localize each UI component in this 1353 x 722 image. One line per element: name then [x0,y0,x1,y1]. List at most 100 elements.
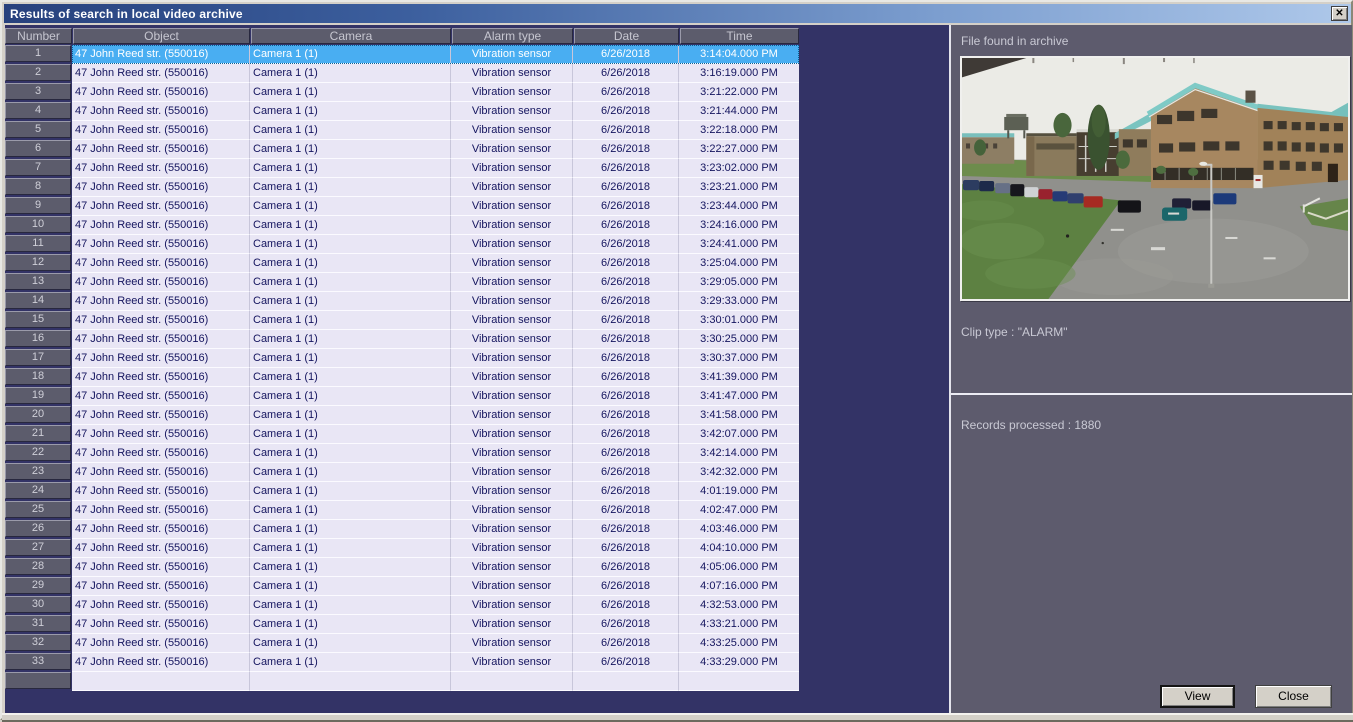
row-cell-date[interactable]: 6/26/2018 [573,634,679,653]
row-data[interactable]: 47 John Reed str. (550016)Camera 1 (1)Vi… [72,463,799,482]
row-cell-alarm-type[interactable]: Vibration sensor [451,292,573,311]
row-cell-time[interactable]: 3:30:37.000 PM [679,349,799,368]
table-row[interactable]: 2747 John Reed str. (550016)Camera 1 (1)… [5,539,799,558]
row-cell-time[interactable]: 3:29:05.000 PM [679,273,799,292]
table-row[interactable]: 2947 John Reed str. (550016)Camera 1 (1)… [5,577,799,596]
row-cell-date[interactable]: 6/26/2018 [573,121,679,140]
row-cell-alarm-type[interactable]: Vibration sensor [451,121,573,140]
row-cell-object[interactable]: 47 John Reed str. (550016) [72,64,250,83]
row-data[interactable]: 47 John Reed str. (550016)Camera 1 (1)Vi… [72,197,799,216]
table-row[interactable]: 1647 John Reed str. (550016)Camera 1 (1)… [5,330,799,349]
row-cell-alarm-type[interactable]: Vibration sensor [451,596,573,615]
row-number-cell[interactable]: 15 [5,311,71,328]
row-cell-alarm-type[interactable]: Vibration sensor [451,653,573,672]
table-row[interactable]: 647 John Reed str. (550016)Camera 1 (1)V… [5,140,799,159]
close-icon[interactable]: ✕ [1331,6,1348,21]
row-data[interactable]: 47 John Reed str. (550016)Camera 1 (1)Vi… [72,482,799,501]
row-cell-date[interactable]: 6/26/2018 [573,539,679,558]
table-row[interactable]: 2847 John Reed str. (550016)Camera 1 (1)… [5,558,799,577]
row-cell-camera[interactable]: Camera 1 (1) [250,615,451,634]
row-cell-object[interactable]: 47 John Reed str. (550016) [72,178,250,197]
row-cell-time[interactable]: 3:21:22.000 PM [679,83,799,102]
row-cell-object[interactable]: 47 John Reed str. (550016) [72,254,250,273]
row-cell-date[interactable]: 6/26/2018 [573,330,679,349]
row-cell-camera[interactable]: Camera 1 (1) [250,425,451,444]
row-number-cell[interactable]: 26 [5,520,71,537]
table-row[interactable]: 1847 John Reed str. (550016)Camera 1 (1)… [5,368,799,387]
row-cell-date[interactable]: 6/26/2018 [573,178,679,197]
row-cell-time[interactable]: 3:41:58.000 PM [679,406,799,425]
row-number-cell[interactable]: 19 [5,387,71,404]
row-data[interactable]: 47 John Reed str. (550016)Camera 1 (1)Vi… [72,501,799,520]
row-cell-camera[interactable]: Camera 1 (1) [250,501,451,520]
row-cell-empty[interactable] [250,672,451,691]
view-button[interactable]: View [1160,685,1235,708]
column-header-object[interactable]: Object [73,28,250,44]
row-cell-object[interactable]: 47 John Reed str. (550016) [72,311,250,330]
row-cell-time[interactable]: 4:33:29.000 PM [679,653,799,672]
row-cell-alarm-type[interactable]: Vibration sensor [451,558,573,577]
row-number-cell[interactable]: 24 [5,482,71,499]
row-cell-camera[interactable]: Camera 1 (1) [250,539,451,558]
row-number-cell[interactable]: 4 [5,102,71,119]
row-cell-time[interactable]: 3:29:33.000 PM [679,292,799,311]
row-cell-camera[interactable]: Camera 1 (1) [250,197,451,216]
row-cell-object[interactable]: 47 John Reed str. (550016) [72,539,250,558]
table-row[interactable]: 1747 John Reed str. (550016)Camera 1 (1)… [5,349,799,368]
column-header-date[interactable]: Date [574,28,679,44]
table-row[interactable]: 747 John Reed str. (550016)Camera 1 (1)V… [5,159,799,178]
row-number-cell[interactable]: 7 [5,159,71,176]
row-number-cell[interactable]: 6 [5,140,71,157]
table-row[interactable]: 947 John Reed str. (550016)Camera 1 (1)V… [5,197,799,216]
row-cell-time[interactable]: 3:24:16.000 PM [679,216,799,235]
row-number-cell[interactable]: 21 [5,425,71,442]
row-number-cell[interactable]: 1 [5,45,71,62]
row-cell-object[interactable]: 47 John Reed str. (550016) [72,653,250,672]
row-cell-camera[interactable]: Camera 1 (1) [250,406,451,425]
row-cell-time[interactable]: 3:30:25.000 PM [679,330,799,349]
row-cell-camera[interactable]: Camera 1 (1) [250,634,451,653]
table-row[interactable]: 2047 John Reed str. (550016)Camera 1 (1)… [5,406,799,425]
row-cell-object[interactable]: 47 John Reed str. (550016) [72,349,250,368]
table-row[interactable]: 547 John Reed str. (550016)Camera 1 (1)V… [5,121,799,140]
table-row[interactable]: 2447 John Reed str. (550016)Camera 1 (1)… [5,482,799,501]
table-row[interactable]: 347 John Reed str. (550016)Camera 1 (1)V… [5,83,799,102]
row-number-cell[interactable]: 30 [5,596,71,613]
row-cell-date[interactable]: 6/26/2018 [573,463,679,482]
row-cell-time[interactable]: 4:03:46.000 PM [679,520,799,539]
row-cell-date[interactable]: 6/26/2018 [573,102,679,121]
row-cell-time[interactable]: 3:23:21.000 PM [679,178,799,197]
table-row[interactable]: 1447 John Reed str. (550016)Camera 1 (1)… [5,292,799,311]
row-number-cell[interactable]: 18 [5,368,71,385]
row-cell-empty[interactable] [679,672,799,691]
row-data[interactable]: 47 John Reed str. (550016)Camera 1 (1)Vi… [72,159,799,178]
table-row[interactable]: 1147 John Reed str. (550016)Camera 1 (1)… [5,235,799,254]
row-cell-camera[interactable]: Camera 1 (1) [250,311,451,330]
row-cell-alarm-type[interactable]: Vibration sensor [451,482,573,501]
row-number-cell[interactable]: 8 [5,178,71,195]
row-cell-date[interactable]: 6/26/2018 [573,425,679,444]
row-number-cell[interactable]: 11 [5,235,71,252]
row-data[interactable]: 47 John Reed str. (550016)Camera 1 (1)Vi… [72,558,799,577]
row-cell-object[interactable]: 47 John Reed str. (550016) [72,235,250,254]
table-row[interactable]: 2147 John Reed str. (550016)Camera 1 (1)… [5,425,799,444]
row-cell-alarm-type[interactable]: Vibration sensor [451,615,573,634]
row-number-cell[interactable]: 32 [5,634,71,651]
row-cell-date[interactable]: 6/26/2018 [573,387,679,406]
row-cell-alarm-type[interactable]: Vibration sensor [451,197,573,216]
row-data[interactable]: 47 John Reed str. (550016)Camera 1 (1)Vi… [72,349,799,368]
row-cell-camera[interactable]: Camera 1 (1) [250,235,451,254]
column-header-camera[interactable]: Camera [251,28,451,44]
row-number-cell[interactable]: 22 [5,444,71,461]
row-cell-alarm-type[interactable]: Vibration sensor [451,425,573,444]
row-cell-time[interactable]: 4:33:25.000 PM [679,634,799,653]
row-cell-time[interactable]: 4:33:21.000 PM [679,615,799,634]
row-cell-date[interactable]: 6/26/2018 [573,64,679,83]
row-cell-date[interactable]: 6/26/2018 [573,615,679,634]
row-cell-alarm-type[interactable]: Vibration sensor [451,311,573,330]
row-data[interactable]: 47 John Reed str. (550016)Camera 1 (1)Vi… [72,216,799,235]
row-number-cell[interactable]: 23 [5,463,71,480]
row-number-cell[interactable]: 28 [5,558,71,575]
row-data[interactable]: 47 John Reed str. (550016)Camera 1 (1)Vi… [72,596,799,615]
row-cell-date[interactable]: 6/26/2018 [573,254,679,273]
